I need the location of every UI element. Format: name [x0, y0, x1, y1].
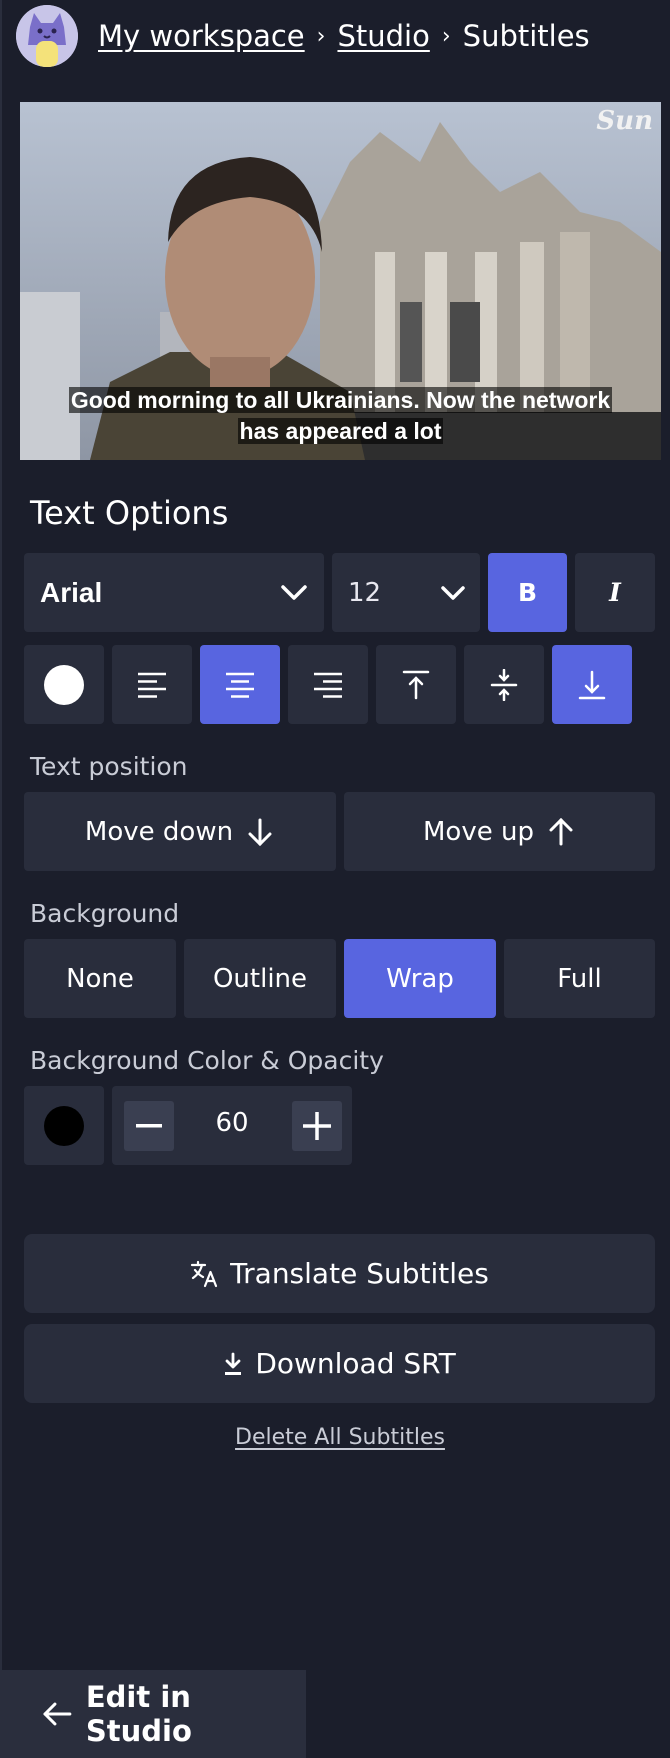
header: My workspace › Studio › Subtitles: [16, 4, 590, 68]
move-down-button[interactable]: Move down: [24, 792, 336, 871]
download-icon: [225, 1352, 242, 1375]
font-family-select[interactable]: Arial: [24, 553, 324, 632]
vertical-bottom-button[interactable]: [552, 645, 632, 724]
align-right-icon: [314, 672, 342, 698]
panel-edge: [0, 0, 2, 1758]
chevron-down-icon: [281, 584, 307, 600]
background-wrap-button[interactable]: Wrap: [344, 939, 496, 1018]
text-color-swatch: [44, 664, 84, 705]
opacity-stepper: 60: [112, 1086, 352, 1165]
breadcrumb-workspace[interactable]: My workspace: [98, 19, 305, 53]
bold-button[interactable]: B: [488, 553, 567, 632]
italic-button[interactable]: I: [575, 553, 655, 632]
align-center-button[interactable]: [200, 645, 280, 724]
arrow-left-icon: [43, 1702, 72, 1726]
download-srt-label: Download SRT: [255, 1347, 456, 1380]
translate-subtitles-button[interactable]: Translate Subtitles: [24, 1234, 655, 1313]
chevron-right-icon: ›: [316, 23, 326, 49]
avatar[interactable]: [16, 5, 78, 67]
align-right-button[interactable]: [288, 645, 368, 724]
opacity-increase-button[interactable]: [292, 1101, 342, 1151]
text-options-title: Text Options: [30, 494, 229, 532]
background-none-button[interactable]: None: [24, 939, 176, 1018]
chevron-down-icon: [441, 585, 465, 600]
arrow-down-icon: [248, 818, 272, 846]
move-up-button[interactable]: Move up: [344, 792, 655, 871]
align-middle-icon: [490, 668, 518, 701]
cat-avatar-icon: [16, 5, 78, 67]
video-preview[interactable]: Sun Good morning to all Ukrainians. Now …: [20, 102, 661, 460]
breadcrumb-current: Subtitles: [462, 19, 590, 53]
background-outline-button[interactable]: Outline: [184, 939, 336, 1018]
subtitle-overlay: Good morning to all Ukrainians. Now the …: [20, 386, 661, 448]
vertical-top-button[interactable]: [376, 645, 456, 724]
background-full-button[interactable]: Full: [504, 939, 655, 1018]
background-color-swatch: [44, 1105, 84, 1146]
vertical-middle-button[interactable]: [464, 645, 544, 724]
font-size-select[interactable]: 12: [332, 553, 480, 632]
background-label: Background: [30, 899, 180, 928]
move-down-label: Move down: [84, 816, 234, 847]
opacity-decrease-button[interactable]: [124, 1101, 174, 1151]
minus-icon: [136, 1124, 162, 1128]
translate-icon: [191, 1260, 218, 1287]
move-up-label: Move up: [423, 816, 534, 847]
breadcrumb: My workspace › Studio › Subtitles: [98, 19, 590, 53]
chevron-right-icon: ›: [441, 23, 451, 49]
align-top-icon: [402, 670, 430, 699]
edit-in-studio-button[interactable]: Edit in Studio: [2, 1670, 306, 1758]
plus-icon: [303, 1112, 331, 1140]
delete-all-subtitles-link[interactable]: Delete All Subtitles: [0, 1425, 670, 1450]
align-left-icon: [138, 672, 166, 698]
font-size-value: 12: [348, 577, 382, 608]
text-color-button[interactable]: [24, 645, 104, 724]
align-center-icon: [226, 672, 254, 698]
font-family-value: Arial: [40, 576, 103, 608]
translate-subtitles-label: Translate Subtitles: [230, 1257, 489, 1290]
download-srt-button[interactable]: Download SRT: [24, 1324, 655, 1403]
align-left-button[interactable]: [112, 645, 192, 724]
align-bottom-icon: [578, 670, 606, 699]
opacity-value: 60: [215, 1108, 249, 1138]
arrow-up-icon: [549, 817, 573, 845]
edit-in-studio-label: Edit in Studio: [85, 1680, 192, 1748]
subtitle-text: Good morning to all Ukrainians. Now the …: [68, 387, 613, 444]
background-color-label: Background Color & Opacity: [30, 1046, 384, 1075]
background-color-button[interactable]: [24, 1086, 104, 1165]
watermark-logo: Sun: [596, 106, 653, 136]
text-position-label: Text position: [30, 752, 188, 781]
breadcrumb-studio[interactable]: Studio: [337, 19, 429, 53]
